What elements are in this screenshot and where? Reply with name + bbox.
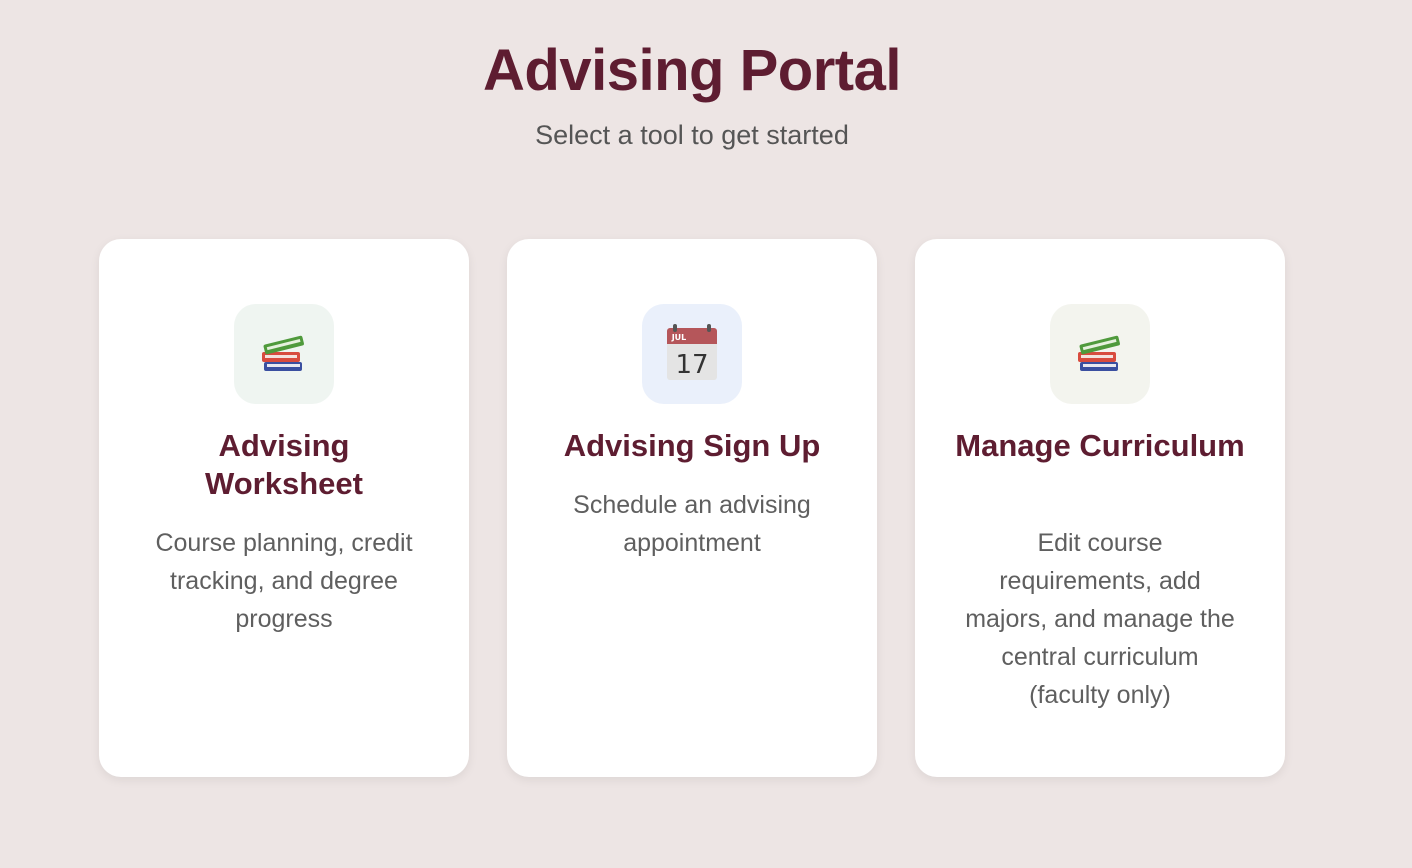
books-icon bbox=[234, 304, 334, 404]
calendar-icon: JUL 17 bbox=[642, 304, 742, 404]
card-title: Advising Sign Up bbox=[563, 428, 821, 463]
card-title: Manage Curriculum bbox=[955, 428, 1245, 463]
card-description: Course planning, credit tracking, and de… bbox=[155, 529, 413, 633]
card-title: Advising Worksheet bbox=[205, 428, 363, 501]
page-title: Advising Portal bbox=[483, 38, 901, 103]
books-icon bbox=[1050, 304, 1150, 404]
calendar-day: 17 bbox=[675, 350, 708, 380]
manage-curriculum-card[interactable]: Manage Curriculum Edit course requiremen… bbox=[915, 239, 1285, 777]
calendar-month: JUL bbox=[671, 333, 687, 342]
page-subtitle: Select a tool to get started bbox=[535, 120, 849, 150]
advising-worksheet-card[interactable]: Advising Worksheet Course planning, cred… bbox=[99, 239, 469, 777]
advising-sign-up-card[interactable]: JUL 17 Advising Sign Up Schedule an advi… bbox=[507, 239, 877, 777]
card-description: Schedule an advising appointment bbox=[573, 491, 811, 557]
card-description: Edit course requirements, add majors, an… bbox=[965, 529, 1235, 709]
